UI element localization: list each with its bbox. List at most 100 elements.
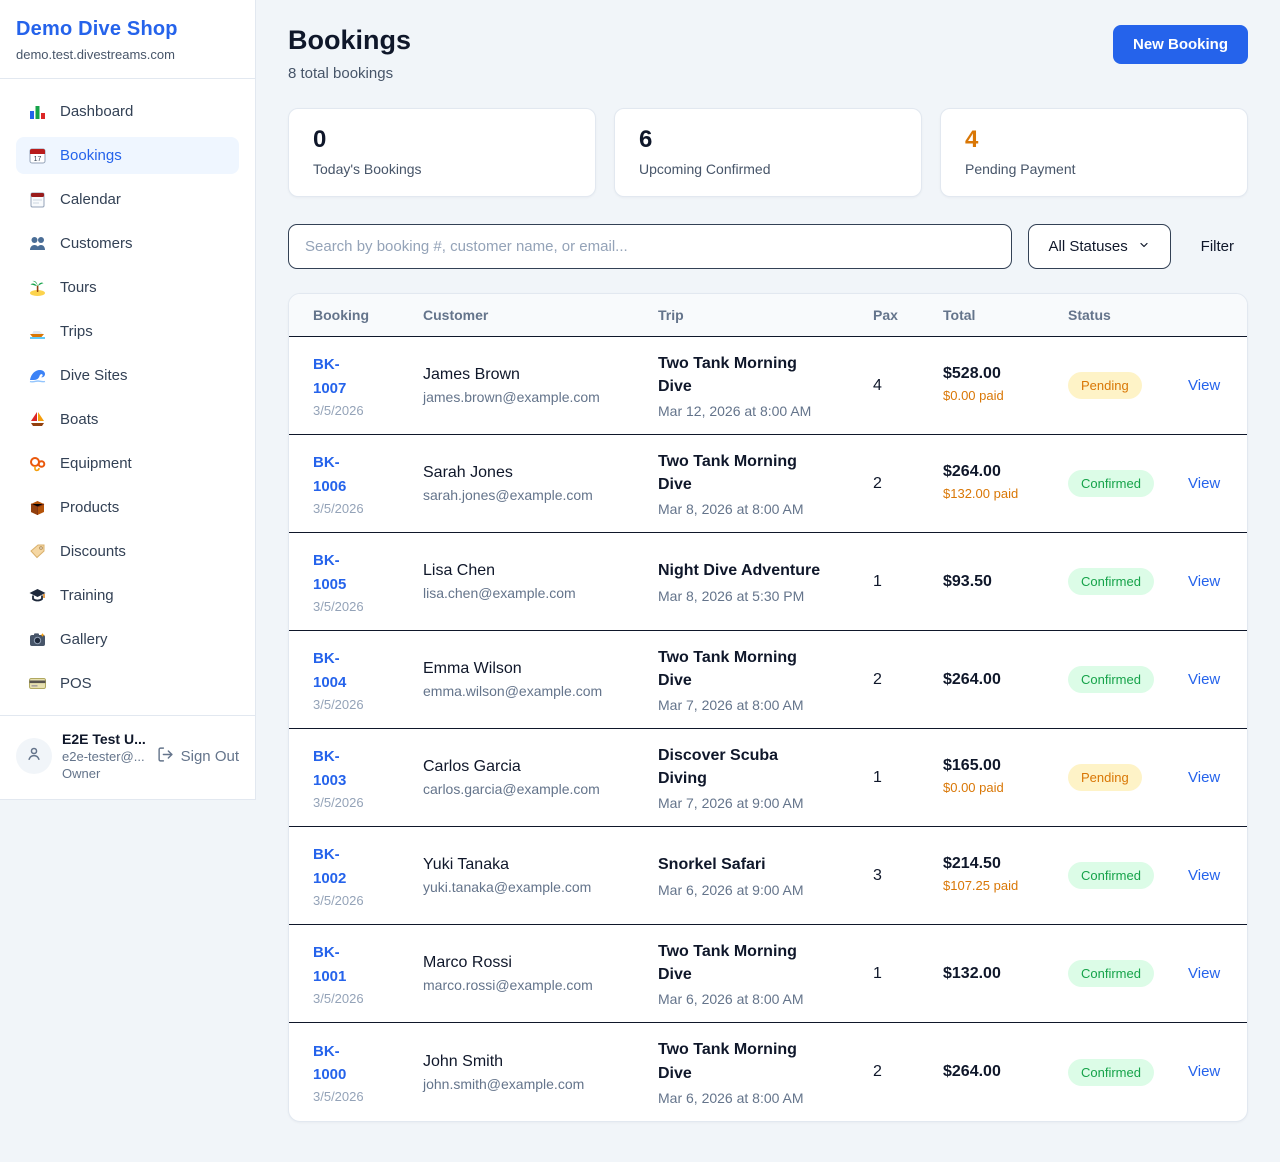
sidebar-item-label: Tours <box>60 279 97 296</box>
customers-icon <box>28 234 47 253</box>
trip-name: Two Tank Morning Dive <box>658 1038 828 1084</box>
view-link[interactable]: View <box>1188 965 1220 982</box>
table-row: BK-1003 3/5/2026 Carlos Garcia carlos.ga… <box>289 729 1247 827</box>
booking-link[interactable]: BK-1001 <box>313 941 371 988</box>
trip-datetime: Mar 12, 2026 at 8:00 AM <box>658 403 873 419</box>
booking-date: 3/5/2026 <box>313 991 423 1006</box>
booking-date: 3/5/2026 <box>313 795 423 810</box>
total-amount: $165.00 <box>943 757 1068 775</box>
table-row: BK-1002 3/5/2026 Yuki Tanaka yuki.tanaka… <box>289 827 1247 925</box>
page-title: Bookings <box>288 25 411 56</box>
paid-amount: $132.00 paid <box>943 485 1038 503</box>
column-header-customer: Customer <box>423 307 658 323</box>
table-row: BK-1007 3/5/2026 James Brown james.brown… <box>289 337 1247 435</box>
person-icon <box>25 745 43 768</box>
booking-link[interactable]: BK-1003 <box>313 745 371 792</box>
sign-out-label: Sign Out <box>181 748 239 765</box>
trip-name: Discover Scuba Diving <box>658 744 828 790</box>
products-icon <box>28 498 47 517</box>
status-filter-select[interactable]: All Statuses <box>1028 224 1171 269</box>
sidebar-item-tours[interactable]: Tours <box>16 269 239 306</box>
booking-date: 3/5/2026 <box>313 697 423 712</box>
trip-datetime: Mar 7, 2026 at 9:00 AM <box>658 795 873 811</box>
booking-link[interactable]: BK-1000 <box>313 1040 371 1087</box>
sign-out-button[interactable]: Sign Out <box>157 746 239 767</box>
view-link[interactable]: View <box>1188 671 1220 688</box>
total-amount: $264.00 <box>943 1063 1068 1081</box>
pax-value: 2 <box>873 1063 943 1081</box>
customer-name: James Brown <box>423 366 658 384</box>
pax-value: 4 <box>873 377 943 395</box>
booking-link[interactable]: BK-1007 <box>313 353 371 400</box>
stats-row: 0Today's Bookings6Upcoming Confirmed4Pen… <box>288 108 1248 197</box>
trip-name: Snorkel Safari <box>658 853 828 876</box>
trip-datetime: Mar 6, 2026 at 8:00 AM <box>658 991 873 1007</box>
boats-icon <box>28 410 47 429</box>
search-input[interactable] <box>288 224 1012 269</box>
filter-button[interactable]: Filter <box>1187 238 1248 255</box>
trip-datetime: Mar 7, 2026 at 8:00 AM <box>658 697 873 713</box>
trip-datetime: Mar 6, 2026 at 8:00 AM <box>658 1090 873 1106</box>
sidebar-item-bookings[interactable]: 17Bookings <box>16 137 239 174</box>
table-body: BK-1007 3/5/2026 James Brown james.brown… <box>289 337 1247 1121</box>
total-amount: $264.00 <box>943 463 1068 481</box>
page-header: Bookings 8 total bookings New Booking <box>288 25 1248 82</box>
bookings-table: Booking Customer Trip Pax Total Status B… <box>288 293 1248 1122</box>
booking-link[interactable]: BK-1004 <box>313 647 371 694</box>
view-link[interactable]: View <box>1188 475 1220 492</box>
trip-name: Two Tank Morning Dive <box>658 352 828 398</box>
stat-label: Pending Payment <box>965 161 1223 177</box>
booking-link[interactable]: BK-1005 <box>313 549 371 596</box>
table-header: Booking Customer Trip Pax Total Status <box>289 294 1247 337</box>
sidebar-item-label: Dashboard <box>60 103 133 120</box>
sidebar-item-trips[interactable]: Trips <box>16 313 239 350</box>
paid-amount: $0.00 paid <box>943 779 1038 797</box>
sidebar-item-products[interactable]: Products <box>16 489 239 526</box>
view-link[interactable]: View <box>1188 867 1220 884</box>
new-booking-button[interactable]: New Booking <box>1113 25 1248 64</box>
page-subtitle: 8 total bookings <box>288 65 411 82</box>
sidebar-item-label: Boats <box>60 411 98 428</box>
sidebar-item-dive-sites[interactable]: Dive Sites <box>16 357 239 394</box>
booking-link[interactable]: BK-1006 <box>313 451 371 498</box>
sidebar-item-pos[interactable]: POS <box>16 665 239 702</box>
stat-label: Upcoming Confirmed <box>639 161 897 177</box>
column-header-trip: Trip <box>658 307 873 323</box>
stat-value: 6 <box>639 126 897 154</box>
table-row: BK-1000 3/5/2026 John Smith john.smith@e… <box>289 1023 1247 1121</box>
view-link[interactable]: View <box>1188 573 1220 590</box>
view-link[interactable]: View <box>1188 769 1220 786</box>
sidebar: Demo Dive Shop demo.test.divestreams.com… <box>0 0 256 800</box>
pos-icon <box>28 674 47 693</box>
paid-amount: $107.25 paid <box>943 877 1038 895</box>
total-amount: $264.00 <box>943 671 1068 689</box>
sidebar-item-equipment[interactable]: Equipment <box>16 445 239 482</box>
sidebar-header: Demo Dive Shop demo.test.divestreams.com <box>0 0 255 79</box>
sidebar-item-label: Dive Sites <box>60 367 128 384</box>
sidebar-item-label: Equipment <box>60 455 132 472</box>
sidebar-item-label: Calendar <box>60 191 121 208</box>
customer-email: james.brown@example.com <box>423 389 658 405</box>
trip-name: Two Tank Morning Dive <box>658 940 828 986</box>
sidebar-item-customers[interactable]: Customers <box>16 225 239 262</box>
customer-email: lisa.chen@example.com <box>423 585 658 601</box>
sidebar-item-boats[interactable]: Boats <box>16 401 239 438</box>
sidebar-item-label: POS <box>60 675 92 692</box>
view-link[interactable]: View <box>1188 377 1220 394</box>
customer-name: John Smith <box>423 1053 658 1071</box>
sidebar-item-discounts[interactable]: Discounts <box>16 533 239 570</box>
customer-email: marco.rossi@example.com <box>423 977 658 993</box>
stat-card: 6 Upcoming Confirmed <box>614 108 922 197</box>
customer-email: sarah.jones@example.com <box>423 487 658 503</box>
customer-name: Carlos Garcia <box>423 758 658 776</box>
sidebar-item-gallery[interactable]: Gallery <box>16 621 239 658</box>
sidebar-item-calendar[interactable]: Calendar <box>16 181 239 218</box>
booking-date: 3/5/2026 <box>313 1089 423 1104</box>
booking-link[interactable]: BK-1002 <box>313 843 371 890</box>
sidebar-item-dashboard[interactable]: Dashboard <box>16 93 239 130</box>
status-badge: Pending <box>1068 372 1142 399</box>
view-link[interactable]: View <box>1188 1063 1220 1080</box>
sidebar-item-training[interactable]: Training <box>16 577 239 614</box>
pax-value: 2 <box>873 475 943 493</box>
trip-datetime: Mar 8, 2026 at 5:30 PM <box>658 588 873 604</box>
